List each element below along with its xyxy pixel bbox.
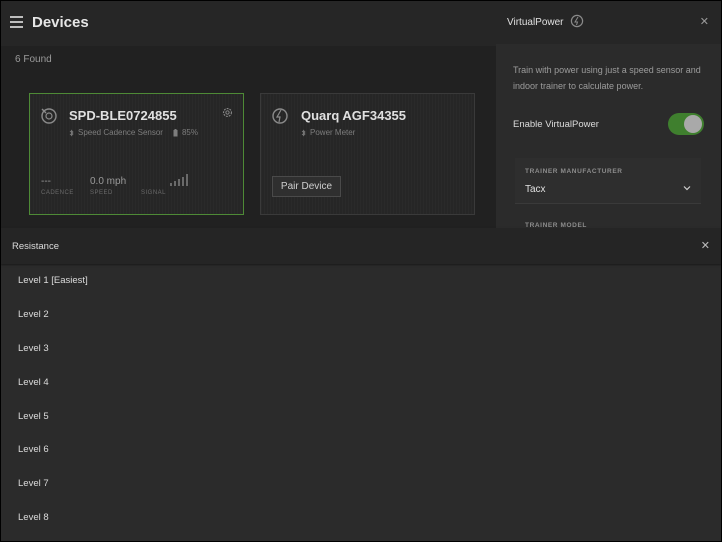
chevron-down-icon xyxy=(683,186,691,191)
battery-level: 85% xyxy=(181,128,198,137)
power-meter-icon xyxy=(272,108,288,124)
close-icon[interactable]: ✕ xyxy=(700,15,709,28)
panel-header: VirtualPower ✕ xyxy=(496,0,722,44)
panel-title: VirtualPower xyxy=(507,17,564,28)
device-type: Speed Cadence Sensor xyxy=(78,128,163,137)
signal-bars-icon xyxy=(170,174,188,186)
trainer-manufacturer-value: Tacx xyxy=(525,184,546,195)
resistance-level-option[interactable]: Level 6 xyxy=(0,433,722,467)
cadence-value: --- xyxy=(41,176,51,187)
pair-device-button[interactable]: Pair Device xyxy=(272,176,341,197)
gear-icon[interactable] xyxy=(222,107,233,118)
resistance-level-option[interactable]: Level 4 xyxy=(0,365,722,399)
top-bar: Devices xyxy=(0,0,496,46)
device-subline: Speed Cadence Sensor 85% xyxy=(69,128,198,137)
panel-description: Train with power using just a speed sens… xyxy=(513,65,701,91)
resistance-level-option[interactable]: Level 7 xyxy=(0,467,722,501)
bluetooth-icon xyxy=(69,129,74,136)
close-icon[interactable]: ✕ xyxy=(701,239,710,252)
toggle-knob xyxy=(684,115,702,133)
resistance-level-option[interactable]: Level 8 xyxy=(0,501,722,535)
found-count: 6 Found xyxy=(15,54,52,65)
battery-icon xyxy=(173,128,178,136)
device-card-speed-sensor[interactable]: SPD-BLE0724855 Speed Cadence Sensor 85% … xyxy=(29,93,244,215)
resistance-level-option[interactable]: Level 3 xyxy=(0,332,722,366)
device-name: SPD-BLE0724855 xyxy=(69,108,177,123)
resistance-level-option[interactable]: Level 2 xyxy=(0,298,722,332)
device-type: Power Meter xyxy=(310,128,356,137)
trainer-manufacturer-select[interactable]: TRAINER MANUFACTURER Tacx xyxy=(515,158,701,204)
page-title: Devices xyxy=(32,14,89,31)
enable-virtualpower-toggle[interactable] xyxy=(668,113,704,135)
device-card-power-meter[interactable]: Quarq AGF34355 Power Meter Pair Device xyxy=(260,93,475,215)
bluetooth-icon xyxy=(301,129,306,136)
signal-label: SIGNAL xyxy=(141,190,167,196)
hamburger-menu-icon[interactable] xyxy=(10,16,23,28)
resistance-level-option[interactable]: Level 5 xyxy=(0,399,722,433)
enable-virtualpower-label: Enable VirtualPower xyxy=(513,119,599,130)
cadence-label: CADENCE xyxy=(41,190,74,196)
resistance-level-list: Level 1 [Easiest] Level 2 Level 3 Level … xyxy=(0,264,722,534)
resistance-header: Resistance ✕ xyxy=(0,228,722,264)
resistance-sheet: Resistance ✕ Level 1 [Easiest] Level 2 L… xyxy=(0,228,722,542)
speed-sensor-icon xyxy=(41,108,57,124)
virtualpower-icon xyxy=(570,14,584,28)
device-subline: Power Meter xyxy=(301,128,355,137)
speed-value: 0.0 mph xyxy=(90,176,127,187)
speed-label: SPEED xyxy=(90,190,113,196)
device-name: Quarq AGF34355 xyxy=(301,108,407,123)
trainer-manufacturer-label: TRAINER MANUFACTURER xyxy=(525,168,623,175)
resistance-title: Resistance xyxy=(12,241,59,252)
resistance-level-option[interactable]: Level 1 [Easiest] xyxy=(0,264,722,298)
